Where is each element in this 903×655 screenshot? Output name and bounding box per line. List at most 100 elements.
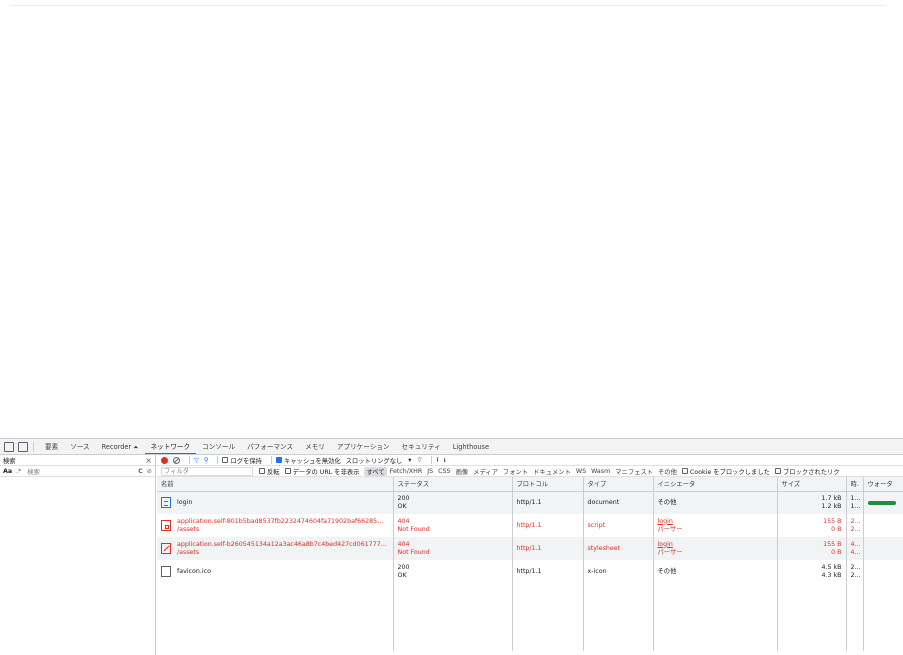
chevron-down-icon: ▾ <box>408 456 412 464</box>
table-row[interactable]: application.self-b260545134a12a3ac46a8b7… <box>157 537 903 560</box>
column-header-time[interactable]: 時. <box>846 477 864 492</box>
export-har-icon[interactable]: ⭳ <box>444 455 446 465</box>
tab-security[interactable]: セキュリティ <box>396 439 447 454</box>
latency: 1... <box>850 502 861 510</box>
initiator: その他 <box>657 567 677 575</box>
divider <box>189 456 190 464</box>
checkbox-icon <box>259 468 265 474</box>
tab-network[interactable]: ネットワーク <box>144 439 197 454</box>
blocked-cookies-checkbox[interactable]: Cookie をブロックしました <box>681 467 770 476</box>
throttling-select[interactable]: スロットリングなし ▾ <box>346 456 412 465</box>
resource-size: 0 B <box>831 525 842 533</box>
column-header-size[interactable]: サイズ <box>777 477 847 492</box>
filter-type-css[interactable]: CSS <box>438 468 450 475</box>
clear-icon[interactable]: ⊘ <box>147 468 152 475</box>
status-text: Not Found <box>397 548 430 556</box>
column-header-status[interactable]: ステータス <box>393 477 513 492</box>
tab-memory[interactable]: メモリ <box>299 439 331 454</box>
filter-type-fetch-xhr[interactable]: Fetch/XHR <box>390 468 423 475</box>
document-icon <box>161 497 171 509</box>
column-header-name[interactable]: 名前 <box>157 477 394 492</box>
checkbox-icon <box>222 457 229 463</box>
initiator-link[interactable]: login <box>658 518 773 526</box>
latency: 4... <box>850 548 861 556</box>
tab-sources[interactable]: ソース <box>64 439 95 454</box>
match-case-icon[interactable]: Aa <box>3 468 12 475</box>
transfer-size: 155 B <box>823 517 842 525</box>
initiator-link[interactable]: login <box>658 541 773 549</box>
filter-type-all[interactable]: すべて <box>364 466 387 476</box>
filter-type-ws[interactable]: WS <box>576 468 586 475</box>
checkbox-checked-icon <box>275 457 282 463</box>
filter-type-media[interactable]: メディア <box>473 467 498 476</box>
filter-type-font[interactable]: フォント <box>503 467 528 476</box>
request-path: /assets <box>177 548 200 556</box>
filter-type-other[interactable]: その他 <box>658 467 677 476</box>
type-cell: script <box>583 514 654 537</box>
filter-bar: フィルタ 反転 データの URL を非表示 すべて Fetch/XHR JS C… <box>157 466 903 477</box>
divider <box>10 5 886 6</box>
filter-type-doc[interactable]: ドキュメント <box>533 467 571 476</box>
column-header-waterfall[interactable]: ウォータ <box>863 477 903 492</box>
filter-type-wasm[interactable]: Wasm <box>591 468 610 475</box>
invert-checkbox[interactable]: 反転 <box>259 467 280 476</box>
disable-cache-checkbox[interactable]: キャッシュを無効化 <box>275 456 341 465</box>
tab-performance[interactable]: パフォーマンス <box>241 439 299 454</box>
clear-log-icon[interactable] <box>173 456 180 464</box>
blocked-requests-checkbox[interactable]: ブロックされたリク <box>774 467 840 476</box>
status-code: 200 <box>397 563 410 571</box>
table-row[interactable]: login 200 OK http/1.1 document その他 1.7 kB… <box>157 491 903 514</box>
tab-console[interactable]: コンソール <box>196 439 241 454</box>
inspect-element-icon[interactable] <box>4 441 14 452</box>
status-code: 404 <box>397 540 410 548</box>
divider <box>33 441 34 452</box>
hide-data-urls-checkbox[interactable]: データの URL を非表示 <box>284 467 359 476</box>
tab-recorder[interactable]: Recorder ⏶ <box>96 439 145 454</box>
initiator: その他 <box>657 498 677 506</box>
throttling-value: スロットリングなし <box>345 457 403 465</box>
search-input[interactable]: 検索 <box>27 467 40 476</box>
column-header-initiator[interactable]: イニシエータ <box>653 477 778 492</box>
column-header-protocol[interactable]: プロトコル <box>512 477 584 492</box>
transfer-size: 1.7 kB <box>821 494 842 502</box>
protocol-cell: http/1.1 <box>512 491 584 514</box>
search-panel: 検索 × Aa .* 検索 C ⊘ <box>0 455 156 655</box>
search-icon[interactable]: ⚲ <box>204 457 209 464</box>
regex-icon[interactable]: .* <box>16 468 21 475</box>
stylesheet-icon <box>161 543 171 554</box>
import-har-icon[interactable]: ⭱ <box>436 455 438 465</box>
network-conditions-icon[interactable]: ⌔ <box>416 456 422 464</box>
tab-elements[interactable]: 要素 <box>39 439 64 454</box>
time: 1... <box>850 494 861 502</box>
search-panel-title: 検索 <box>3 457 16 465</box>
checkbox-icon <box>774 468 781 474</box>
latency: 2... <box>850 525 861 533</box>
search-panel-header: 検索 × <box>0 455 155 466</box>
table-row[interactable]: application.self-801b5bad8537fb223247460… <box>157 514 903 537</box>
column-header-type[interactable]: タイプ <box>583 477 654 492</box>
tab-lighthouse[interactable]: Lighthouse <box>447 439 495 454</box>
network-request-table: 名前 ステータス プロトコル タイプ イニシエータ サイズ 時. ウォータ lo… <box>157 477 903 651</box>
tab-application[interactable]: アプリケーション <box>331 439 396 454</box>
network-toolbar: ▽ ⚲ ログを保持 キャッシュを無効化 スロットリングなし ▾ ⌔ ⭱ ⭳ <box>157 455 903 466</box>
preserve-log-checkbox[interactable]: ログを保持 <box>222 456 262 465</box>
protocol-cell: http/1.1 <box>512 514 584 537</box>
request-name: favicon.ico <box>177 567 211 575</box>
record-icon[interactable] <box>161 456 168 464</box>
resource-size: 4.3 kB <box>821 571 842 579</box>
device-toolbar-icon[interactable] <box>18 441 28 452</box>
table-row[interactable]: favicon.ico 200 OK http/1.1 x-icon その他 4.… <box>157 560 903 583</box>
filter-icon[interactable]: ▽ <box>194 457 199 464</box>
filter-input[interactable]: フィルタ <box>161 466 253 476</box>
status-code: 200 <box>397 494 410 502</box>
type-cell: stylesheet <box>583 537 654 560</box>
devtools-panel: 要素 ソース Recorder ⏶ ネットワーク コンソール パフォーマンス メ… <box>0 438 903 655</box>
time: 4... <box>850 540 861 548</box>
refresh-icon[interactable]: C <box>138 468 143 475</box>
filter-type-manifest[interactable]: マニフェスト <box>615 467 653 476</box>
filter-type-img[interactable]: 画像 <box>456 467 469 476</box>
checkbox-icon <box>284 468 291 474</box>
type-cell: document <box>583 491 654 514</box>
close-icon[interactable]: × <box>145 456 152 465</box>
filter-type-js[interactable]: JS <box>427 468 433 475</box>
